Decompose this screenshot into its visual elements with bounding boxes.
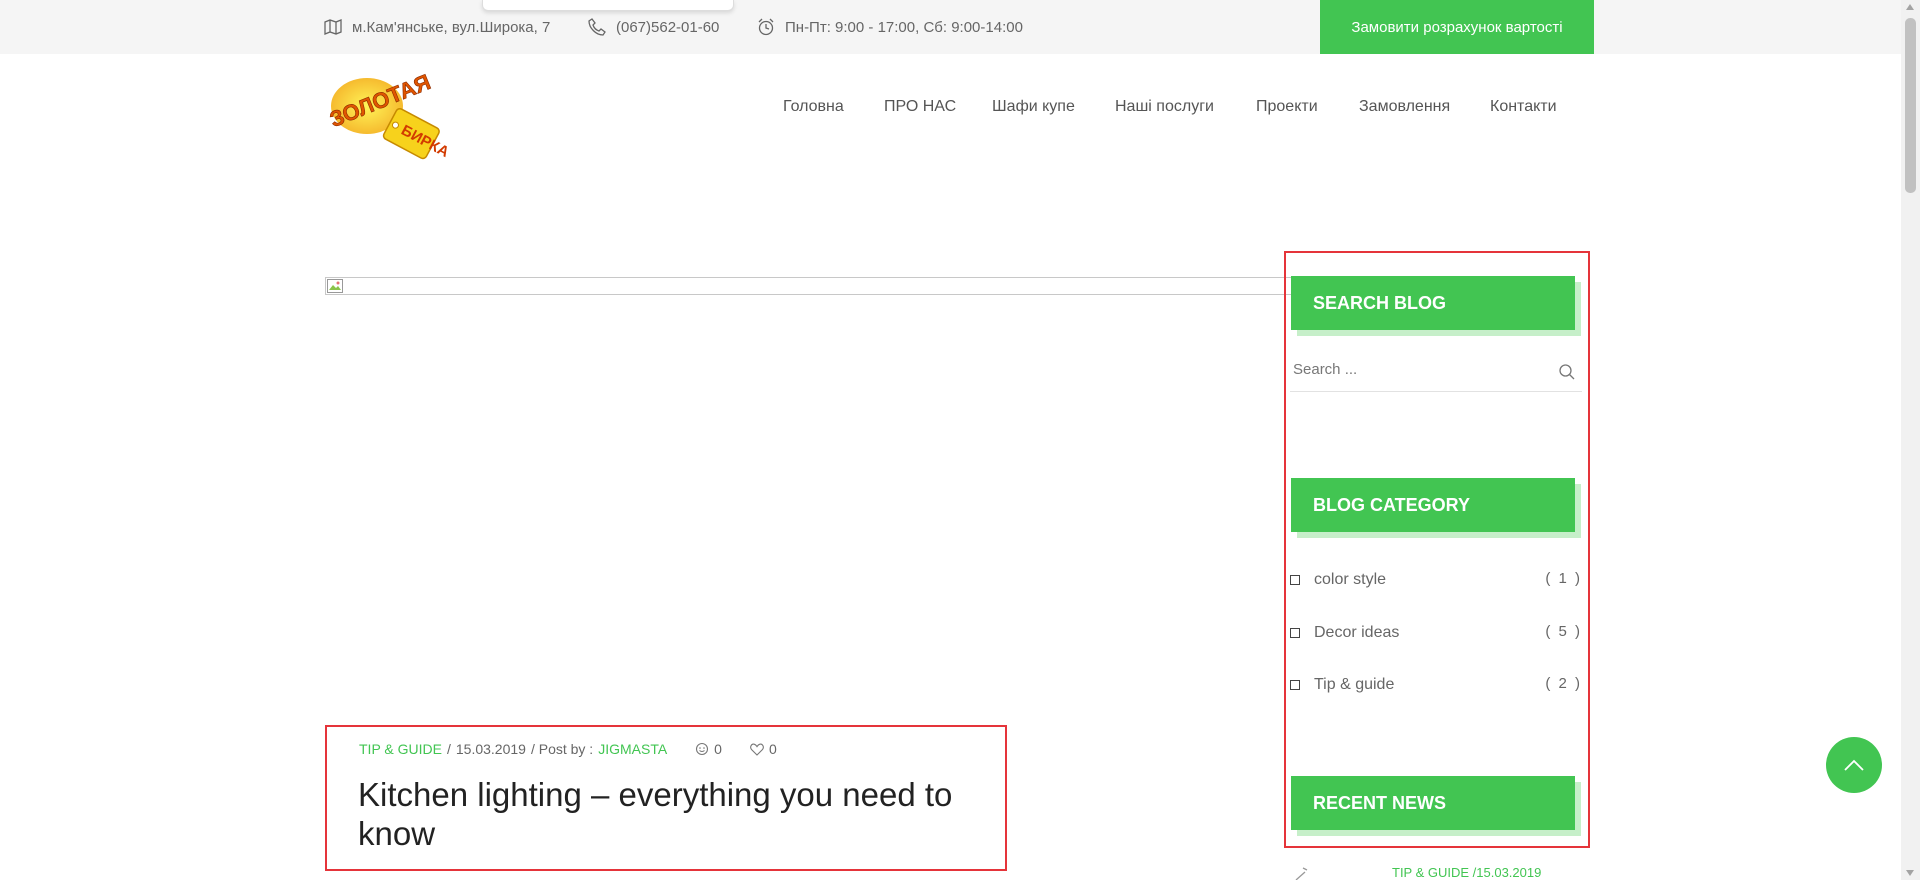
site-logo[interactable]: БИРКА ЗОЛОТАЯ (325, 64, 455, 164)
nav-item-home[interactable]: Головна (783, 98, 844, 116)
blog-sidebar: SEARCH BLOG BLOG CATEGORY color style ( … (1284, 251, 1590, 848)
news-thumbnail-icon (1295, 867, 1308, 880)
dropdown-popup-fragment (482, 0, 734, 11)
category-widget-title: BLOG CATEGORY (1291, 478, 1575, 532)
recent-news-title: RECENT NEWS (1291, 776, 1575, 830)
nav-item-orders[interactable]: Замовлення (1359, 98, 1450, 116)
clock-icon (758, 18, 774, 36)
search-widget-title: SEARCH BLOG (1291, 276, 1575, 330)
scrollbar-thumb[interactable] (1905, 18, 1916, 193)
hours-text: Пн-Пт: 9:00 - 17:00, Сб: 9:00-14:00 (785, 18, 1023, 36)
category-item[interactable]: color style ( 1 ) (1290, 569, 1582, 591)
order-estimate-button[interactable]: Замовити розрахунок вартості (1320, 0, 1594, 54)
category-widget-header: BLOG CATEGORY (1291, 478, 1581, 538)
post-title[interactable]: Kitchen lighting – everything you need t… (358, 775, 998, 853)
page-scrollbar[interactable] (1901, 0, 1920, 880)
post-header: TIP & GUIDE / 15.03.2019 / Post by : JIG… (325, 725, 1007, 871)
hours-info: Пн-Пт: 9:00 - 17:00, Сб: 9:00-14:00 (757, 0, 1023, 54)
post-meta: TIP & GUIDE / 15.03.2019 / Post by : JIG… (359, 741, 777, 757)
phone-icon (588, 18, 606, 36)
nav-item-about[interactable]: ПРО НАС (884, 98, 956, 116)
map-icon (324, 19, 342, 35)
scroll-to-top-button[interactable] (1826, 737, 1882, 793)
search-icon[interactable] (1558, 363, 1576, 381)
recent-news-meta[interactable]: TIP & GUIDE /15.03.2019 (1392, 865, 1541, 880)
post-date: 15.03.2019 (455, 741, 526, 757)
address-text: м.Кам'янське, вул.Широка, 7 (352, 18, 551, 36)
search-widget-header: SEARCH BLOG (1291, 276, 1581, 336)
logo-image: БИРКА ЗОЛОТАЯ (326, 69, 452, 161)
post-author-link[interactable]: JIGMASTA (598, 741, 667, 757)
checkbox-icon (1290, 628, 1300, 638)
nav-item-projects[interactable]: Проекти (1256, 98, 1318, 116)
recent-news-item[interactable]: TIP & GUIDE /15.03.2019 (1293, 864, 1593, 880)
heart-icon (750, 743, 764, 756)
broken-image-icon (327, 279, 343, 293)
nav-item-contacts[interactable]: Контакти (1490, 98, 1557, 116)
nav-item-wardrobes[interactable]: Шафи купе (992, 98, 1075, 116)
recent-news-widget-header: RECENT NEWS (1291, 776, 1581, 836)
top-info-bar: м.Кам'янське, вул.Широка, 7 (067)562-01-… (0, 0, 1901, 54)
category-item[interactable]: Decor ideas ( 5 ) (1290, 622, 1582, 644)
comment-count[interactable]: 0 (695, 741, 722, 757)
category-label[interactable]: Tip & guide (1314, 676, 1394, 694)
like-count[interactable]: 0 (750, 741, 777, 757)
comment-icon (696, 742, 709, 756)
category-item[interactable]: Tip & guide ( 2 ) (1290, 674, 1582, 696)
scroll-down-arrow-icon[interactable] (1906, 870, 1914, 876)
post-featured-image[interactable] (325, 277, 1410, 295)
nav-item-services[interactable]: Наші послуги (1115, 98, 1214, 116)
like-count-value: 0 (768, 741, 777, 757)
checkbox-icon (1290, 680, 1300, 690)
scroll-up-arrow-icon[interactable] (1906, 4, 1914, 10)
phone-text[interactable]: (067)562-01-60 (616, 19, 719, 36)
post-category-link[interactable]: TIP & GUIDE (359, 741, 442, 757)
checkbox-icon (1290, 575, 1300, 585)
comment-count-value: 0 (714, 741, 722, 757)
category-count: ( 2 ) (1545, 675, 1582, 692)
meta-separator: / (446, 741, 451, 757)
chevron-up-icon (1844, 759, 1864, 771)
category-count: ( 1 ) (1545, 570, 1582, 587)
search-input[interactable] (1290, 355, 1546, 383)
post-by-label: / Post by : (530, 741, 594, 757)
search-form (1290, 349, 1582, 392)
category-label[interactable]: Decor ideas (1314, 624, 1399, 642)
category-label[interactable]: color style (1314, 571, 1386, 589)
category-count: ( 5 ) (1545, 623, 1582, 640)
